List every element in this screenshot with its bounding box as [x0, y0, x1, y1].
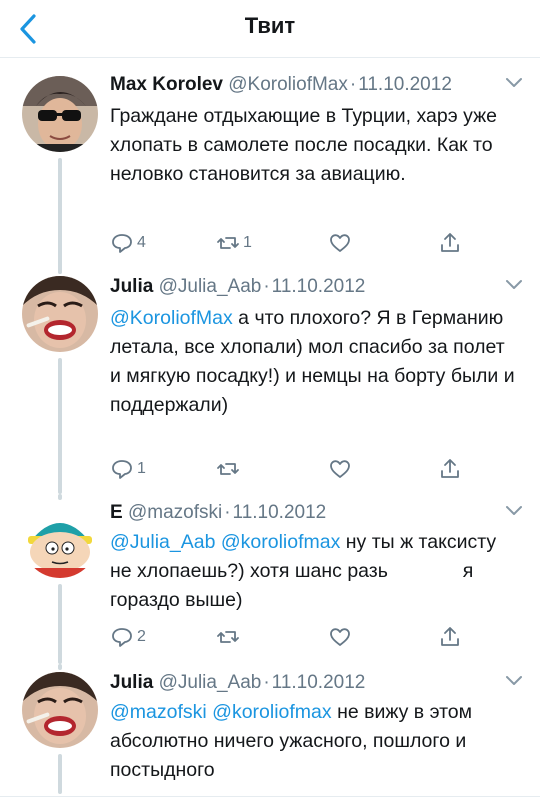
heart-icon — [330, 628, 350, 646]
thread-line — [58, 754, 62, 794]
reply-button[interactable]: 4 — [110, 228, 146, 258]
share-icon — [441, 627, 459, 646]
tweet-date[interactable]: 11.10.2012 — [233, 502, 327, 523]
author-name[interactable]: Julia — [110, 672, 153, 693]
thread-line — [58, 584, 62, 664]
avatar[interactable] — [22, 502, 98, 578]
redacted-block — [393, 562, 458, 581]
reply-button[interactable]: 1 — [110, 454, 146, 484]
tweet-header: E @mazofski · 11.10.2012 — [110, 502, 327, 523]
chevron-down-icon — [506, 506, 522, 515]
chevron-down-icon — [506, 78, 522, 87]
tweet-text: @Julia_Aab @koroliofmax ну ты ж таксисту… — [110, 528, 520, 615]
share-button[interactable] — [438, 228, 462, 258]
tweet-text: Граждане отдыхающие в Турции, харэ уже х… — [110, 105, 497, 185]
avatar[interactable] — [22, 76, 98, 152]
tweet-actions: 4 1 — [110, 228, 510, 258]
author-handle[interactable]: @KoroliofMax — [228, 74, 348, 95]
tweet-2[interactable]: Julia @Julia_Aab · 11.10.2012 @KoroliofMax… — [0, 268, 540, 494]
thread-line — [58, 358, 62, 494]
tweet-1[interactable]: Max Korolev @KoroliofMax · 11.10.2012 Граж… — [0, 72, 540, 274]
tweet-4[interactable]: Julia @Julia_Aab · 11.10.2012 @mazofski @k… — [0, 664, 540, 794]
tweet-text: @KoroliofMax а что плохого? Я в Германию… — [110, 304, 520, 420]
author-name[interactable]: Max Korolev — [110, 74, 223, 95]
chevron-down-icon — [506, 280, 522, 289]
more-menu-button[interactable] — [504, 674, 524, 688]
retweet-button[interactable]: 1 — [216, 228, 252, 258]
chevron-down-icon — [506, 676, 522, 685]
retweet-button[interactable] — [216, 454, 243, 484]
reply-icon — [112, 460, 132, 479]
like-button[interactable] — [328, 454, 355, 484]
thread-line — [58, 268, 62, 274]
share-button[interactable] — [438, 622, 462, 652]
author-handle[interactable]: @Julia_Aab — [159, 276, 262, 297]
retweet-icon — [217, 631, 239, 643]
tweet-header: Max Korolev @KoroliofMax · 11.10.2012 — [110, 74, 452, 95]
tweet-date[interactable]: 11.10.2012 — [358, 74, 452, 95]
mention-link[interactable]: @Julia_Aab @koroliofmax — [110, 531, 340, 553]
more-menu-button[interactable] — [504, 278, 524, 292]
retweet-icon — [217, 463, 239, 475]
retweet-count: 1 — [243, 234, 252, 251]
tweet-actions: 1 — [110, 454, 510, 484]
tweet-text: @mazofski @koroliofmax не вижу в этом аб… — [110, 698, 520, 785]
like-button[interactable] — [328, 228, 355, 258]
avatar[interactable] — [22, 672, 98, 748]
reply-icon — [112, 628, 132, 647]
reply-count: 4 — [137, 234, 146, 251]
tweet-header: Julia @Julia_Aab · 11.10.2012 — [110, 672, 366, 693]
tweet-3[interactable]: E @mazofski · 11.10.2012 @Julia_Aab @korol… — [0, 494, 540, 664]
share-icon — [441, 233, 459, 252]
top-bar: Твит — [0, 0, 540, 58]
reply-button[interactable]: 2 — [110, 622, 146, 652]
avatar[interactable] — [22, 276, 98, 352]
tweet-date[interactable]: 11.10.2012 — [272, 276, 366, 297]
more-menu-button[interactable] — [504, 504, 524, 518]
author-name[interactable]: E — [110, 502, 123, 523]
author-handle[interactable]: @mazofski — [128, 502, 222, 523]
thread-line — [58, 158, 62, 274]
tweet-actions: 2 — [110, 622, 510, 652]
thread-line — [58, 664, 62, 670]
share-button[interactable] — [438, 454, 462, 484]
heart-icon — [330, 234, 350, 252]
retweet-button[interactable] — [216, 622, 243, 652]
retweet-icon — [217, 237, 239, 249]
mention-link[interactable]: @KoroliofMax — [110, 307, 233, 329]
reply-icon — [112, 234, 132, 253]
page-title: Твит — [244, 13, 296, 38]
more-menu-button[interactable] — [504, 76, 524, 90]
bottom-divider — [0, 796, 540, 797]
heart-icon — [330, 460, 350, 478]
tweet-header: Julia @Julia_Aab · 11.10.2012 — [110, 276, 366, 297]
tweet-date[interactable]: 11.10.2012 — [272, 672, 366, 693]
reply-count: 2 — [137, 628, 146, 645]
author-name[interactable]: Julia — [110, 276, 153, 297]
share-icon — [441, 459, 459, 478]
mention-link[interactable]: @mazofski @koroliofmax — [110, 701, 332, 723]
author-handle[interactable]: @Julia_Aab — [159, 672, 262, 693]
like-button[interactable] — [328, 622, 355, 652]
reply-count: 1 — [137, 460, 146, 477]
thread-line — [58, 494, 62, 500]
